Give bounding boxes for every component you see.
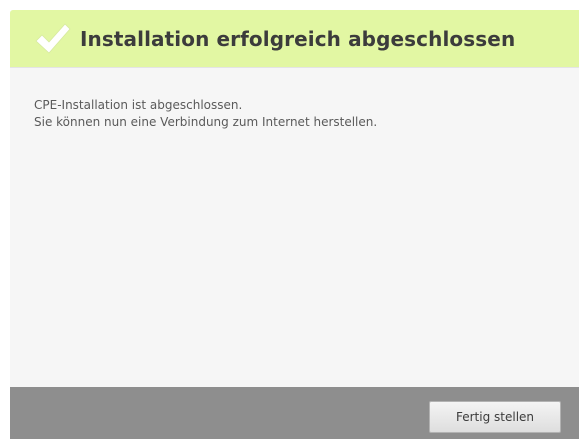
dialog-body: CPE-Installation ist abgeschlossen. Sie …	[10, 68, 579, 388]
dialog-title: Installation erfolgreich abgeschlossen	[80, 27, 516, 51]
dialog-header: Installation erfolgreich abgeschlossen	[10, 10, 579, 68]
message-line-2: Sie können nun eine Verbindung zum Inter…	[34, 115, 378, 129]
installation-complete-dialog: Installation erfolgreich abgeschlossen C…	[10, 10, 579, 439]
checkmark-icon	[32, 20, 72, 60]
dialog-footer: Fertig stellen	[10, 387, 579, 439]
finish-button[interactable]: Fertig stellen	[429, 401, 561, 433]
message-line-1: CPE-Installation ist abgeschlossen.	[34, 98, 243, 112]
